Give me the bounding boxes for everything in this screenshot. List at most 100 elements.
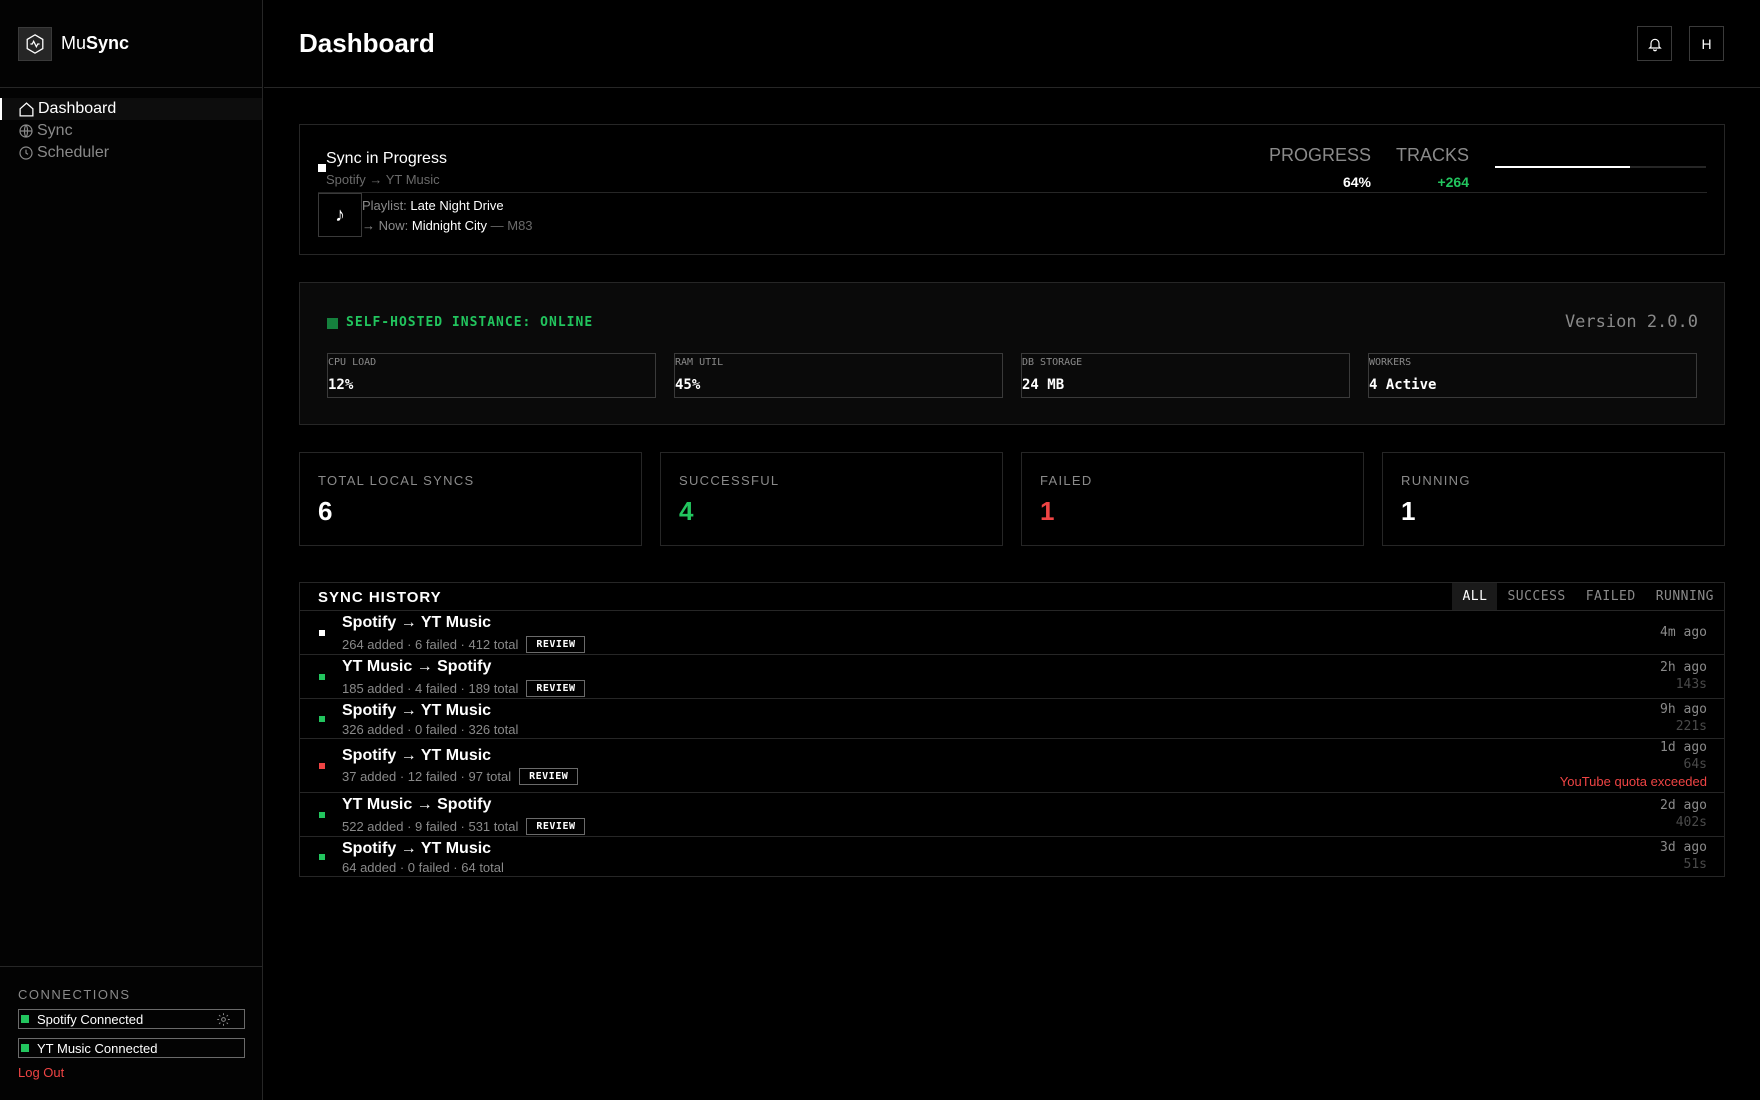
logo-icon [18, 26, 52, 61]
sidebar-item-sync[interactable]: Sync [0, 120, 262, 142]
row-title: Spotify → YT Music [342, 614, 492, 631]
sync-history-title: SYNC HISTORY [318, 589, 442, 606]
row-time: 1d ago [1660, 740, 1707, 755]
brand[interactable]: MuSync [0, 0, 262, 88]
row-title: YT Music → Spotify [342, 796, 492, 813]
tracks-label: TRACKS [1395, 145, 1469, 165]
review-button[interactable]: REVIEW [526, 818, 586, 835]
progress-bar [1495, 166, 1706, 168]
row-meta: 522 added · 9 failed · 531 total REVIEW [342, 818, 586, 835]
row-stats: 264 added · 6 failed · 412 total [342, 637, 519, 652]
status-dot [319, 854, 325, 860]
sidebar-item-scheduler[interactable]: Scheduler [0, 142, 262, 164]
progress-bar-fill [1495, 166, 1631, 168]
playlist-label: Playlist: [362, 198, 407, 213]
sidebar-item-dashboard[interactable]: Dashboard [0, 98, 262, 120]
history-row[interactable]: Spotify → YT Music 64 added · 0 failed ·… [300, 837, 1724, 877]
row-duration: 64s [1683, 757, 1707, 772]
row-stats: 37 added · 12 failed · 97 total [342, 769, 512, 784]
globe-icon [19, 124, 33, 138]
instance-status: SELF-HOSTED INSTANCE: ONLINE [346, 315, 594, 330]
history-row[interactable]: Spotify → YT Music 37 added · 12 failed … [300, 739, 1724, 793]
filter-all[interactable]: ALL [1452, 583, 1498, 610]
row-meta: 185 added · 4 failed · 189 total REVIEW [342, 680, 586, 697]
now-label: → Now: [362, 218, 409, 233]
status-dot [21, 1044, 29, 1052]
review-button[interactable]: REVIEW [526, 636, 586, 653]
history-row[interactable]: Spotify → YT Music 264 added · 6 failed … [300, 611, 1724, 655]
row-time: 2h ago [1660, 660, 1707, 675]
status-dot [319, 630, 325, 636]
sync-progress-title: Sync in Progress [326, 150, 447, 167]
instance-status-card: SELF-HOSTED INSTANCE: ONLINE Version 2.0… [299, 282, 1725, 425]
history-filters: ALL SUCCESS FAILED RUNNING [1452, 583, 1724, 610]
sidebar-item-label: Sync [37, 122, 73, 139]
playlist-line: Playlist: Late Night Drive [362, 198, 504, 213]
history-row[interactable]: YT Music → Spotify 185 added · 4 failed … [300, 655, 1724, 699]
counter-failed: FAILED 1 [1021, 452, 1364, 546]
row-time: 9h ago [1660, 702, 1707, 717]
connection-label: Spotify Connected [37, 1011, 144, 1027]
sync-direction: Spotify → YT Music [326, 172, 440, 187]
status-indicator [318, 164, 326, 172]
row-meta: 264 added · 6 failed · 412 total REVIEW [342, 636, 586, 653]
filter-success[interactable]: SUCCESS [1497, 583, 1575, 610]
row-title: Spotify → YT Music [342, 702, 492, 719]
row-meta: 64 added · 0 failed · 64 total [342, 860, 504, 875]
counter-value: 1 [1040, 496, 1055, 526]
now-artist: — M83 [490, 218, 533, 233]
row-time: 4m ago [1660, 625, 1707, 640]
status-dot [319, 716, 325, 722]
music-note-icon: ♪ [318, 193, 362, 237]
notifications-button[interactable] [1637, 26, 1672, 61]
counter-running: RUNNING 1 [1382, 452, 1725, 546]
review-button[interactable]: REVIEW [526, 680, 586, 697]
playlist-name: Late Night Drive [410, 198, 504, 213]
counter-total-syncs: TOTAL LOCAL SYNCS 6 [299, 452, 642, 546]
brand-name: MuSync [61, 33, 130, 53]
status-dot [319, 763, 325, 769]
row-duration: 51s [1683, 857, 1707, 872]
counter-label: RUNNING [1401, 473, 1471, 488]
metric-label: DB STORAGE [1022, 357, 1083, 368]
metric-db-storage: DB STORAGE 24 MB [1021, 353, 1350, 398]
tracks-value: +264 [1437, 174, 1469, 190]
counter-value: 6 [318, 496, 333, 526]
connection-ytmusic[interactable]: YT Music Connected [18, 1038, 245, 1058]
metric-value: 24 MB [1022, 377, 1065, 393]
logout-link[interactable]: Log Out [18, 1065, 244, 1080]
avatar-button[interactable]: H [1689, 26, 1724, 61]
progress-label: PROGRESS [1268, 145, 1371, 165]
sidebar-nav: Dashboard Sync Scheduler [0, 98, 262, 164]
sync-history-panel: SYNC HISTORY ALL SUCCESS FAILED RUNNING … [299, 582, 1725, 877]
row-title: YT Music → Spotify [342, 658, 492, 675]
counter-successful: SUCCESSFUL 4 [660, 452, 1003, 546]
row-stats: 64 added · 0 failed · 64 total [342, 860, 504, 875]
filter-running[interactable]: RUNNING [1646, 583, 1724, 610]
counter-label: FAILED [1040, 473, 1093, 488]
home-icon [19, 101, 34, 117]
now-playing-line: → Now: Midnight City — M83 [362, 218, 533, 233]
row-title: Spotify → YT Music [342, 840, 492, 857]
metric-label: WORKERS [1369, 357, 1412, 368]
sync-history-header: SYNC HISTORY ALL SUCCESS FAILED RUNNING [300, 583, 1724, 611]
counter-value: 1 [1401, 496, 1416, 526]
gear-icon[interactable] [216, 1012, 231, 1027]
bell-icon [1647, 38, 1662, 51]
row-stats: 185 added · 4 failed · 189 total [342, 681, 519, 696]
history-row[interactable]: YT Music → Spotify 522 added · 9 failed … [300, 793, 1724, 837]
connection-spotify[interactable]: Spotify Connected [18, 1009, 245, 1029]
row-duration: 143s [1675, 677, 1707, 692]
now-track: Midnight City [411, 218, 487, 233]
sidebar-item-label: Scheduler [37, 144, 110, 161]
metric-ram: RAM UTIL 45% [674, 353, 1003, 398]
connections-panel: CONNECTIONS Spotify Connected YT Music C… [0, 966, 262, 1100]
row-time: 3d ago [1660, 840, 1707, 855]
metric-label: CPU LOAD [328, 357, 377, 368]
review-button[interactable]: REVIEW [519, 768, 579, 785]
counter-label: TOTAL LOCAL SYNCS [318, 473, 475, 488]
history-row[interactable]: Spotify → YT Music 326 added · 0 failed … [300, 699, 1724, 739]
metric-value: 12% [328, 377, 354, 393]
filter-failed[interactable]: FAILED [1576, 583, 1646, 610]
status-dot [319, 812, 325, 818]
